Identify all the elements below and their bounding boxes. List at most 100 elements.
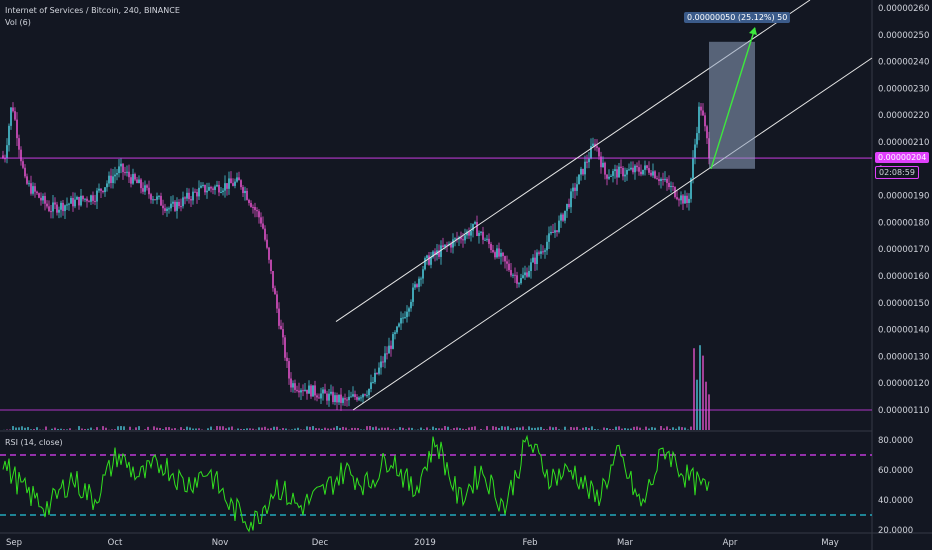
candle-body — [186, 192, 188, 199]
volume-bar — [198, 428, 200, 430]
candle-body — [474, 222, 476, 224]
candle-body — [244, 190, 246, 194]
candle-body — [48, 206, 50, 212]
time-tick-label: Mar — [617, 538, 634, 548]
candle-body — [520, 278, 522, 284]
candle-body — [302, 390, 304, 392]
candle-body — [364, 394, 366, 396]
volume-bar — [165, 427, 167, 430]
candle-body — [392, 334, 394, 349]
candle-body — [68, 203, 70, 205]
candle-body — [610, 175, 612, 177]
volume-bar — [378, 428, 380, 430]
candle-body — [298, 390, 300, 393]
rsi-label: RSI (14, close) — [5, 438, 63, 447]
volume-bar — [18, 427, 20, 430]
volume-bar — [537, 427, 539, 430]
volume-bar — [450, 429, 452, 430]
candle-body — [696, 133, 698, 145]
volume-bar — [612, 429, 614, 430]
volume-bar — [651, 427, 653, 430]
candle-body — [238, 177, 240, 181]
candle-body — [104, 187, 106, 193]
projection-arrowhead — [749, 27, 757, 35]
candle-body — [370, 382, 372, 389]
candle-body — [14, 111, 16, 120]
volume-bar — [636, 426, 638, 430]
volume-bar — [426, 427, 428, 430]
candle-body — [558, 220, 560, 232]
candle-body — [592, 143, 594, 147]
volume-bar — [12, 426, 14, 430]
volume-bar — [354, 427, 356, 430]
candle-body — [256, 210, 258, 212]
candle-body — [192, 191, 194, 201]
volume-bar — [663, 428, 665, 430]
candle-body — [622, 167, 624, 177]
candle-body — [288, 361, 290, 379]
candle-body — [50, 211, 52, 213]
candle-body — [588, 158, 590, 163]
candle-body — [106, 183, 108, 188]
candle-body — [154, 199, 156, 201]
candle-body — [102, 190, 104, 193]
volume-bar — [447, 426, 449, 430]
candle-body — [430, 257, 432, 265]
candle-body — [88, 201, 90, 203]
candle-body — [422, 269, 424, 279]
candle-body — [162, 205, 164, 209]
price-tick-label: 0.00000180 — [878, 218, 929, 228]
volume-bar — [513, 428, 515, 430]
volume-bar — [540, 426, 542, 430]
volume-bar — [576, 426, 578, 430]
candle-body — [412, 287, 414, 302]
candle-body — [152, 199, 154, 201]
candle-body — [644, 165, 646, 170]
candle-body — [662, 178, 664, 180]
volume-bar — [222, 426, 224, 430]
candle-body — [146, 185, 148, 188]
candle-body — [18, 138, 20, 150]
volume-bar — [669, 428, 671, 430]
candle-body — [552, 231, 554, 233]
candle-body — [242, 187, 244, 194]
candle-body — [142, 188, 144, 192]
volume-bar — [336, 426, 338, 430]
candle-body — [612, 171, 614, 176]
candle-body — [166, 208, 168, 211]
candle-body — [294, 383, 296, 390]
candle-body — [108, 175, 110, 184]
candle-body — [212, 188, 214, 190]
candle-body — [510, 270, 512, 276]
candle-body — [38, 193, 40, 198]
candle-body — [314, 385, 316, 396]
candle-body — [310, 385, 312, 397]
candle-body — [546, 241, 548, 251]
volume-bar — [189, 427, 191, 430]
candle-body — [140, 179, 142, 189]
candle-body — [394, 332, 396, 335]
volume-bar — [21, 426, 23, 430]
chart-canvas[interactable]: 0.00000260 0.00000250 0.00000240 0.00000230… — [0, 0, 932, 550]
candle-body — [234, 181, 236, 186]
candle-body — [408, 308, 410, 312]
candle-body — [8, 125, 10, 146]
candle-body — [498, 248, 500, 257]
candle-body — [96, 190, 98, 202]
candle-body — [678, 199, 680, 201]
candle-body — [46, 203, 48, 207]
candle-body — [540, 251, 542, 254]
candle-body — [684, 195, 686, 204]
candle-body — [542, 251, 544, 253]
volume-bar — [174, 428, 176, 430]
candle-body — [292, 383, 294, 388]
volume-bar — [573, 427, 575, 430]
candle-body — [80, 195, 82, 206]
candle-body — [532, 257, 534, 263]
candle-body — [484, 239, 486, 241]
candle-body — [442, 245, 444, 247]
price-tick-label: 0.00000150 — [878, 299, 929, 309]
candle-body — [36, 191, 38, 194]
candle-body — [506, 261, 508, 264]
candle-body — [196, 192, 198, 197]
